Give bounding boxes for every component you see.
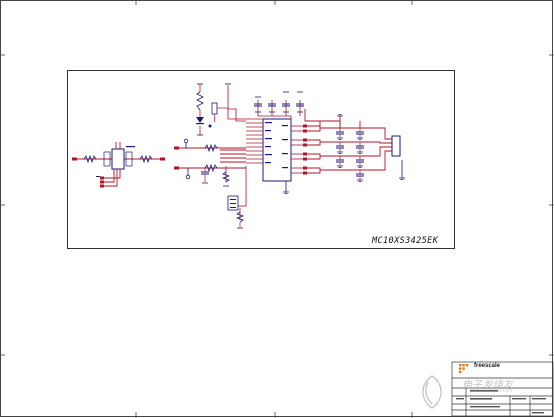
main-ic — [262, 118, 292, 182]
input-test-points — [183, 138, 191, 180]
output-connector-ground — [399, 160, 405, 180]
supply-capacitors — [254, 103, 304, 107]
brand-name: freescale — [474, 363, 501, 369]
input-resistors — [204, 143, 218, 173]
left-connector — [111, 148, 125, 170]
supply-rails — [197, 83, 303, 98]
input-nets — [178, 147, 246, 169]
zone-markers — [0, 0, 554, 418]
supply-nets — [227, 85, 301, 122]
indicator-resistor — [196, 91, 204, 111]
output-pads — [303, 124, 307, 175]
watermark-url: www.elecfans.com — [471, 388, 513, 394]
output-nets — [303, 109, 392, 174]
input-capacitor — [201, 171, 209, 175]
ic-ground — [283, 181, 289, 194]
drawing-border — [0, 0, 553, 417]
lower-nets — [225, 166, 247, 220]
watermark-logo — [422, 375, 442, 409]
output-capacitor-leads — [339, 128, 361, 180]
part-number-label: MC10XS3425EK — [372, 236, 439, 246]
schematic-sheet — [0, 0, 554, 418]
jumper-top — [211, 102, 218, 115]
output-connector — [391, 135, 401, 157]
indicator-junction — [208, 124, 212, 128]
freescale-logo — [459, 364, 469, 374]
input-pins — [174, 146, 179, 170]
indicator-led — [196, 117, 204, 125]
output-capacitors — [336, 131, 364, 177]
